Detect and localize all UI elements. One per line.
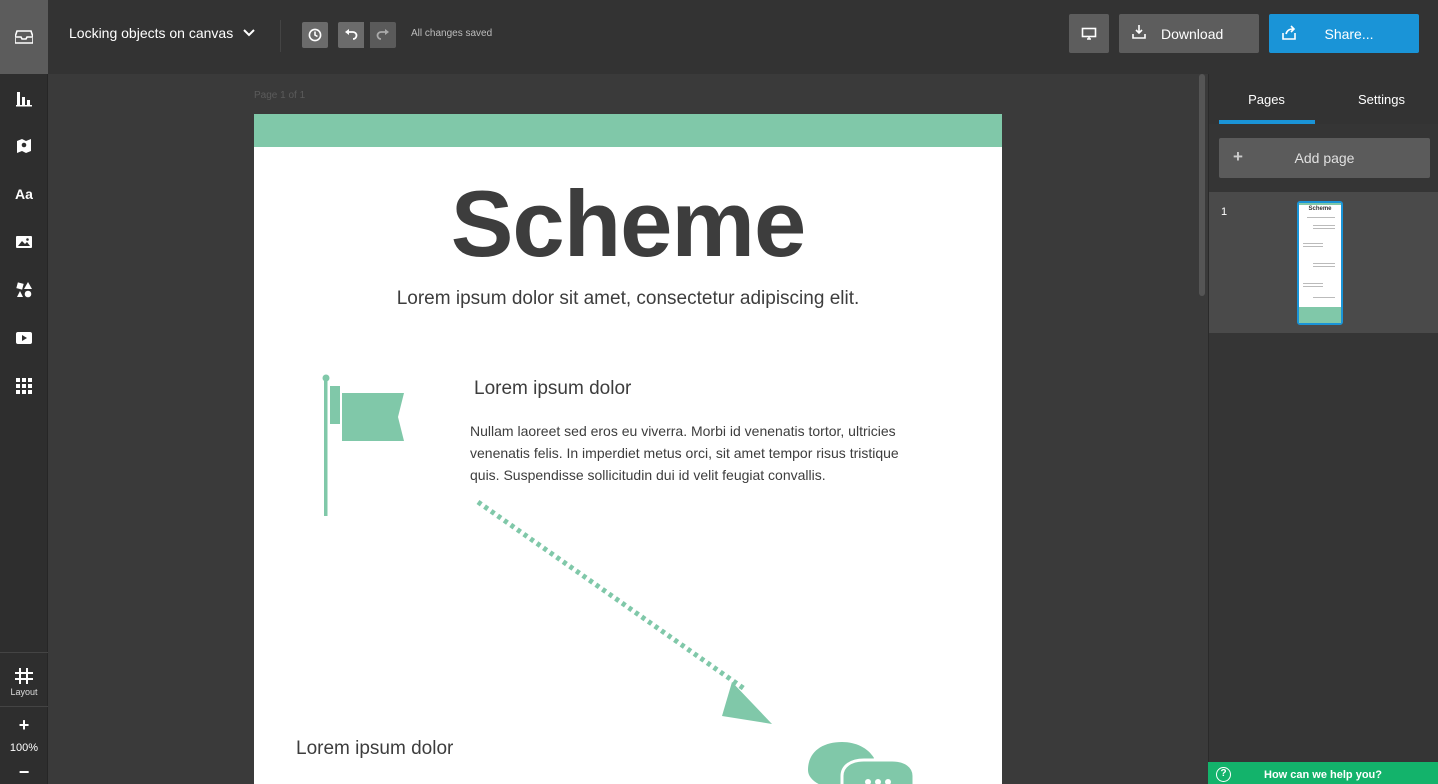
text-icon: Aa bbox=[15, 186, 33, 202]
page-label: Page 1 of 1 bbox=[254, 90, 306, 101]
download-icon bbox=[1132, 25, 1146, 39]
charts-tool-button[interactable] bbox=[0, 74, 48, 122]
thumbnail-line bbox=[1313, 266, 1335, 267]
sidebar-divider bbox=[0, 706, 48, 707]
section-1-heading[interactable]: Lorem ipsum dolor bbox=[474, 378, 631, 400]
redo-button[interactable] bbox=[370, 22, 396, 48]
top-bar: Locking objects on canvas All changes sa… bbox=[48, 0, 1438, 74]
layout-button[interactable]: Layout bbox=[0, 660, 48, 704]
page-number: 1 bbox=[1221, 206, 1228, 218]
bar-chart-icon bbox=[16, 92, 32, 107]
thumbnail-line bbox=[1303, 246, 1323, 247]
thumbnail-line bbox=[1313, 228, 1335, 229]
home-button[interactable] bbox=[0, 0, 48, 74]
panel-tabs: Pages Settings bbox=[1209, 74, 1438, 124]
right-panel: Pages Settings + Add page 1 Scheme bbox=[1208, 74, 1438, 784]
save-status: All changes saved bbox=[411, 28, 493, 39]
thumbnail-line bbox=[1307, 217, 1335, 218]
left-sidebar: Aa Layout + 100% − bbox=[0, 0, 48, 784]
thumbnail-line bbox=[1303, 243, 1323, 244]
present-button[interactable] bbox=[1069, 14, 1109, 53]
clock-icon bbox=[308, 28, 322, 42]
image-icon bbox=[16, 236, 32, 248]
thumbnail-line bbox=[1313, 225, 1335, 226]
undo-button[interactable] bbox=[338, 22, 364, 48]
tab-settings[interactable]: Settings bbox=[1324, 74, 1438, 124]
add-page-button[interactable]: + Add page bbox=[1219, 138, 1430, 178]
document-title: Locking objects on canvas bbox=[69, 25, 234, 41]
section-1-body[interactable]: Nullam laoreet sed eros eu viverra. Morb… bbox=[470, 420, 930, 486]
inbox-icon bbox=[15, 30, 33, 44]
tab-pages[interactable]: Pages bbox=[1209, 74, 1324, 124]
share-label: Share... bbox=[1324, 26, 1374, 42]
redo-icon bbox=[376, 29, 389, 40]
page-thumbnail-row[interactable]: 1 Scheme bbox=[1209, 192, 1438, 333]
thumbnail-header-band bbox=[1299, 203, 1341, 205]
text-tool-button[interactable]: Aa bbox=[0, 170, 48, 218]
canvas-area[interactable]: Page 1 of 1 Scheme Lorem ipsum dolor sit… bbox=[48, 74, 1208, 784]
history-button[interactable] bbox=[302, 22, 328, 48]
zoom-out-button[interactable]: − bbox=[0, 762, 48, 782]
thumbnail-line bbox=[1303, 286, 1323, 287]
zoom-level: 100% bbox=[9, 742, 39, 754]
share-button[interactable]: Share... bbox=[1269, 14, 1419, 53]
flag-icon[interactable] bbox=[318, 372, 408, 518]
grid-icon bbox=[16, 378, 32, 394]
chat-bubbles-icon[interactable] bbox=[802, 730, 922, 784]
toolbar-divider bbox=[280, 20, 281, 52]
map-pin-icon bbox=[17, 139, 31, 153]
thumbnail-title: Scheme bbox=[1308, 206, 1332, 212]
page-thumbnail[interactable]: Scheme bbox=[1297, 201, 1343, 325]
design-title[interactable]: Scheme bbox=[254, 170, 1002, 278]
design-subtitle[interactable]: Lorem ipsum dolor sit amet, consectetur … bbox=[254, 288, 1002, 310]
dotted-arrow[interactable] bbox=[470, 494, 780, 734]
design-page[interactable]: Scheme Lorem ipsum dolor sit amet, conse… bbox=[254, 114, 1002, 784]
undo-icon bbox=[345, 29, 358, 40]
section-2-heading[interactable]: Lorem ipsum dolor bbox=[296, 738, 453, 760]
videos-tool-button[interactable] bbox=[0, 314, 48, 362]
widgets-tool-button[interactable] bbox=[0, 362, 48, 410]
shapes-icon bbox=[16, 282, 32, 298]
chevron-down-icon bbox=[243, 29, 255, 37]
maps-tool-button[interactable] bbox=[0, 122, 48, 170]
photos-tool-button[interactable] bbox=[0, 218, 48, 266]
download-label: Download bbox=[1161, 26, 1224, 42]
video-icon bbox=[16, 332, 32, 344]
canvas-scrollbar-thumb[interactable] bbox=[1199, 74, 1205, 296]
zoom-in-button[interactable]: + bbox=[0, 714, 48, 736]
sidebar-divider bbox=[0, 652, 48, 653]
thumbnail-footer-band bbox=[1299, 307, 1341, 323]
active-tab-indicator bbox=[1219, 120, 1315, 124]
help-label: How can we help you? bbox=[1264, 769, 1382, 781]
layout-label: Layout bbox=[10, 686, 38, 697]
thumbnail-line bbox=[1313, 263, 1335, 264]
header-band[interactable] bbox=[254, 114, 1002, 147]
download-button[interactable]: Download bbox=[1119, 14, 1259, 53]
thumbnail-line bbox=[1313, 297, 1335, 298]
thumbnail-line bbox=[1303, 283, 1323, 284]
add-page-label: Add page bbox=[1294, 150, 1355, 166]
document-title-dropdown[interactable]: Locking objects on canvas bbox=[69, 25, 255, 41]
hash-grid-icon bbox=[15, 667, 33, 684]
monitor-icon bbox=[1081, 27, 1097, 40]
icons-tool-button[interactable] bbox=[0, 266, 48, 314]
help-chat-button[interactable]: ? How can we help you? bbox=[1208, 762, 1438, 784]
